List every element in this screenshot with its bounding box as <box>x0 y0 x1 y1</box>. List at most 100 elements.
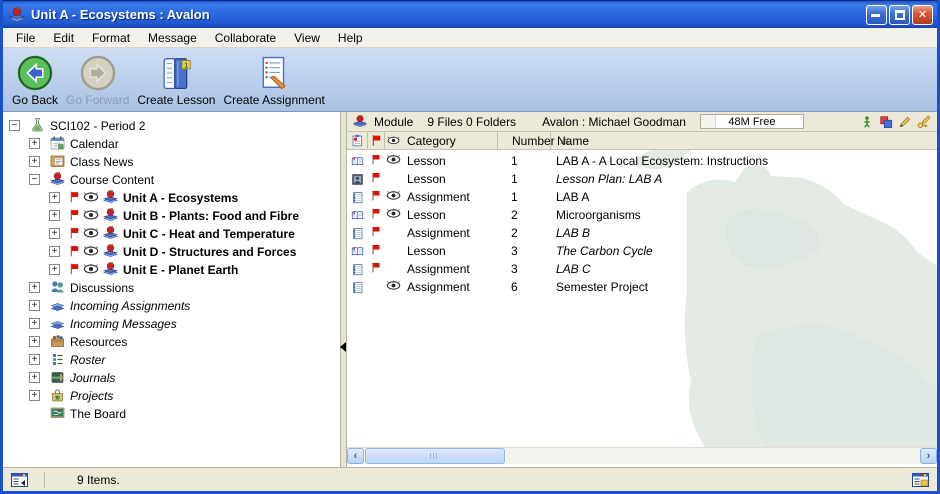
file-row[interactable]: Lesson 1 LAB A - A Local Ecosystem: Inst… <box>347 152 937 170</box>
tree-expand-toggle[interactable] <box>29 372 40 383</box>
menu-item[interactable]: Message <box>139 29 206 47</box>
tree-item[interactable]: Unit A - Ecosystems <box>3 188 340 206</box>
tree-item-icon <box>49 279 66 295</box>
tree-item[interactable]: Roster <box>3 350 340 368</box>
column-number[interactable]: Number <box>497 132 550 149</box>
tree-item-label: Course Content <box>70 172 154 187</box>
file-row[interactable]: Assignment 3 LAB C <box>347 260 937 278</box>
tree-item-label: Unit C - Heat and Temperature <box>123 226 295 241</box>
file-row[interactable]: Lesson 2 Microorganisms <box>347 206 937 224</box>
tree-expand-toggle[interactable] <box>29 156 40 167</box>
item-number: 2 <box>497 226 550 240</box>
tree-item[interactable]: Incoming Messages <box>3 314 340 332</box>
toolbar-button-icon <box>79 54 117 92</box>
toolbar-button[interactable]: Create Assignment <box>220 52 327 109</box>
item-name: LAB B <box>550 226 937 240</box>
tree-item-icon <box>49 369 66 385</box>
file-row[interactable]: Lesson 3 The Carbon Cycle <box>347 242 937 260</box>
free-space-label: 48M Free <box>728 116 775 128</box>
tree-item[interactable]: Journals <box>3 368 340 386</box>
infobar-action-icon[interactable] <box>917 115 931 129</box>
infobar-action-icon[interactable] <box>860 115 874 129</box>
infobar-action-icon[interactable] <box>879 115 893 129</box>
tree-expand-toggle[interactable] <box>29 336 40 347</box>
toolbar-button[interactable]: Go Forward <box>63 52 132 109</box>
scrollbar-track[interactable] <box>505 448 920 464</box>
collapse-pane-arrow[interactable] <box>340 342 346 352</box>
tree-item[interactable]: Discussions <box>3 278 340 296</box>
menu-item[interactable]: View <box>285 29 329 47</box>
tree-item[interactable]: Calendar <box>3 134 340 152</box>
scrollbar-thumb[interactable] <box>365 448 505 464</box>
scroll-left-button[interactable]: ‹ <box>347 448 364 464</box>
tree-expand-toggle[interactable] <box>49 264 60 275</box>
tree-item[interactable]: Class News <box>3 152 340 170</box>
tree-item-label: The Board <box>70 406 126 421</box>
clipboard-icon <box>351 134 364 147</box>
flag-icon <box>370 261 382 274</box>
tree-expand-toggle[interactable] <box>29 138 40 149</box>
item-type-icon <box>351 227 364 240</box>
tree-item[interactable]: Projects <box>3 386 340 404</box>
tree-item[interactable]: Unit E - Planet Earth <box>3 260 340 278</box>
tree-item-label: Incoming Messages <box>70 316 177 331</box>
eye-icon <box>386 208 401 219</box>
tree-expand-toggle[interactable] <box>29 354 40 365</box>
tree-expand-toggle[interactable] <box>29 282 40 293</box>
tree-item[interactable]: Unit B - Plants: Food and Fibre <box>3 206 340 224</box>
flag-icon <box>370 243 382 256</box>
infobar-action-icon[interactable] <box>898 115 912 129</box>
file-row[interactable]: Assignment 6 Semester Project <box>347 278 937 296</box>
tree-item[interactable]: SCI102 - Period 2 <box>3 116 340 134</box>
flag-icon <box>68 190 81 204</box>
menu-item[interactable]: Collaborate <box>206 29 285 47</box>
item-category: Assignment <box>402 262 497 276</box>
close-button[interactable]: ✕ <box>912 5 933 25</box>
toolbar-button[interactable]: Create Lesson <box>134 52 218 109</box>
tree-expand-toggle[interactable] <box>29 318 40 329</box>
item-type-icon <box>351 209 364 222</box>
tree-expand-toggle[interactable] <box>49 246 60 257</box>
tree-item[interactable]: Unit C - Heat and Temperature <box>3 224 340 242</box>
tree-item[interactable]: Resources <box>3 332 340 350</box>
toggle-panel-icon[interactable] <box>11 472 28 488</box>
eye-icon <box>386 280 401 291</box>
tree-expand-toggle[interactable] <box>29 390 40 401</box>
pane-splitter[interactable] <box>340 112 347 467</box>
tree-item[interactable]: Incoming Assignments <box>3 296 340 314</box>
column-item-icon[interactable] <box>347 132 367 149</box>
menu-bar: FileEditFormatMessageCollaborateViewHelp <box>3 28 937 48</box>
maximize-button[interactable] <box>889 5 910 25</box>
eye-icon <box>83 191 99 203</box>
tree-item[interactable]: Course Content <box>3 170 340 188</box>
file-row[interactable]: Lesson 1 Lesson Plan: LAB A <box>347 170 937 188</box>
tree-expand-toggle[interactable] <box>49 192 60 203</box>
toolbar-button-label: Go Back <box>12 93 58 107</box>
minimize-button[interactable] <box>866 5 887 25</box>
tree-expand-toggle[interactable] <box>29 174 40 185</box>
column-name[interactable]: Name <box>550 132 937 149</box>
column-flag[interactable] <box>367 132 384 149</box>
menu-item[interactable]: Help <box>329 29 372 47</box>
tree-expand-toggle[interactable] <box>49 228 60 239</box>
item-type-icon <box>351 263 364 276</box>
file-row[interactable]: Assignment 2 LAB B <box>347 224 937 242</box>
tree-expand-toggle[interactable] <box>9 120 20 131</box>
tree-item[interactable]: The Board <box>3 404 340 422</box>
toolbar-button[interactable]: Go Back <box>9 52 61 109</box>
tree-expand-toggle[interactable] <box>49 210 60 221</box>
split-view-icon[interactable] <box>912 472 929 488</box>
tree-expand-toggle[interactable] <box>29 300 40 311</box>
menu-item[interactable]: Edit <box>44 29 83 47</box>
file-row[interactable]: Assignment 1 LAB A <box>347 188 937 206</box>
tree-item-icon <box>49 297 66 313</box>
item-number: 6 <box>497 280 550 294</box>
column-eye[interactable] <box>384 132 402 149</box>
menu-item[interactable]: File <box>7 29 44 47</box>
scroll-right-button[interactable]: › <box>920 448 937 464</box>
flag-icon <box>370 207 382 220</box>
menu-item[interactable]: Format <box>83 29 139 47</box>
column-category[interactable]: Category <box>402 132 497 149</box>
tree-item[interactable]: Unit D - Structures and Forces <box>3 242 340 260</box>
tree-item-icon <box>49 405 66 421</box>
